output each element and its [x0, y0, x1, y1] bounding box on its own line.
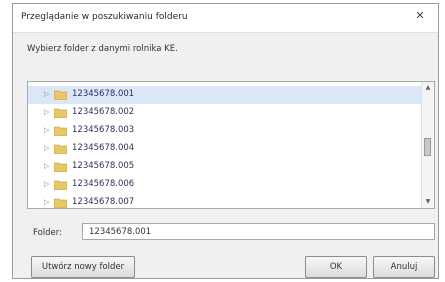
- folder-icon: [54, 180, 67, 190]
- expand-arrow-icon[interactable]: ▷: [44, 144, 49, 152]
- title-bar[interactable]: Przeglądanie w poszukiwaniu folderu ✕: [13, 4, 438, 33]
- expand-arrow-icon[interactable]: ▷: [44, 162, 49, 170]
- cancel-button[interactable]: Anuluj: [373, 256, 435, 278]
- folder-icon: [54, 90, 67, 100]
- dialog-title: Przeglądanie w poszukiwaniu folderu: [21, 12, 188, 22]
- tree-item[interactable]: ▷ 12345678.006: [28, 176, 424, 194]
- expand-arrow-icon[interactable]: ▷: [44, 180, 49, 188]
- expand-arrow-icon[interactable]: ▷: [44, 108, 49, 116]
- folder-icon: [54, 198, 67, 208]
- vertical-scrollbar[interactable]: ▲ ▼: [421, 82, 434, 208]
- folder-icon: [54, 162, 67, 172]
- tree-item[interactable]: ▷ 12345678.003: [28, 122, 424, 140]
- folder-field-label: Folder:: [33, 228, 62, 238]
- expand-arrow-icon[interactable]: ▷: [44, 90, 49, 98]
- expand-arrow-icon[interactable]: ▷: [44, 126, 49, 134]
- ok-button[interactable]: OK: [305, 256, 367, 278]
- browse-folder-dialog: Przeglądanie w poszukiwaniu folderu ✕ Wy…: [12, 3, 439, 279]
- new-folder-button[interactable]: Utwórz nowy folder: [31, 256, 135, 278]
- tree-item-label: 12345678.005: [72, 161, 135, 171]
- tree-item-label: 12345678.002: [72, 107, 135, 117]
- tree-item-label: 12345678.004: [72, 143, 135, 153]
- tree-item[interactable]: ▷ 12345678.004: [28, 140, 424, 158]
- tree-item-label: 12345678.006: [72, 179, 135, 189]
- tree-item-label: 12345678.007: [72, 197, 135, 207]
- tree-item[interactable]: ▷ 12345678.007: [28, 194, 424, 208]
- folder-icon: [54, 126, 67, 136]
- tree-item[interactable]: ▷ 12345678.001: [28, 86, 424, 104]
- instruction-text: Wybierz folder z danymi rolnika KE.: [27, 44, 178, 54]
- tree-item[interactable]: ▷ 12345678.002: [28, 104, 424, 122]
- tree-item-label: 12345678.003: [72, 125, 135, 135]
- tree-item[interactable]: ▷ 12345678.005: [28, 158, 424, 176]
- folder-icon: [54, 108, 67, 118]
- tree-item-label: 12345678.001: [72, 89, 135, 99]
- scroll-down-icon[interactable]: ▼: [422, 196, 434, 208]
- scroll-thumb[interactable]: [424, 138, 431, 156]
- folder-path-input[interactable]: [82, 223, 435, 240]
- folder-tree[interactable]: ▷ 12345678.001 ▷ 12345678.002 ▷ 12345678…: [27, 81, 435, 209]
- expand-arrow-icon[interactable]: ▷: [44, 198, 49, 206]
- scroll-up-icon[interactable]: ▲: [422, 82, 434, 94]
- close-button[interactable]: ✕: [406, 7, 434, 25]
- folder-icon: [54, 144, 67, 154]
